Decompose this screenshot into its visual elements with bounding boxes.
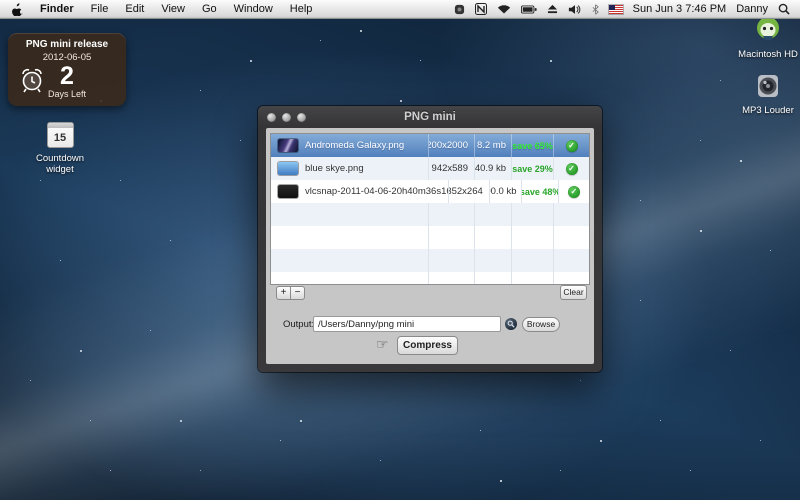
minimize-button[interactable] [282, 113, 291, 122]
galaxy-thumbnail [278, 139, 298, 152]
menu-item-window[interactable]: Window [234, 3, 273, 15]
speaker-icon [755, 85, 781, 102]
spotlight-search-icon[interactable] [778, 3, 790, 15]
file-table: Andromeda Galaxy.png 3200x2000 8.2 mb sa… [270, 133, 590, 285]
file-size: 100.0 kb [489, 180, 522, 203]
countdown-widget[interactable]: PNG mini release 2012-06-05 2 Days Left [8, 33, 126, 106]
desktop-icon-label: MP3 Louder [732, 106, 800, 117]
file-dimensions: 942x589 [428, 157, 474, 180]
calendar-day: 15 [54, 132, 66, 144]
remove-file-button[interactable]: − [290, 286, 305, 300]
success-check-icon: ✓ [568, 186, 580, 198]
compress-button[interactable]: Compress [397, 336, 458, 355]
n-status-icon[interactable] [475, 3, 487, 15]
save-percentage: save 29% [511, 157, 553, 180]
pointing-hand-icon: ☞ [376, 337, 389, 353]
window-title-bar[interactable]: PNG mini [258, 106, 602, 128]
file-name: blue skye.png [305, 163, 364, 174]
window-title: PNG mini [258, 111, 602, 123]
alarm-clock-icon [19, 66, 45, 99]
file-size: 240.9 kb [474, 157, 511, 180]
output-path-field[interactable] [313, 316, 501, 332]
countdown-widget-shortcut[interactable]: 15 Countdown widget [26, 122, 94, 175]
bluetooth-icon[interactable] [592, 4, 599, 15]
save-percentage: save 48% [521, 180, 557, 203]
app-status-icon[interactable] [454, 4, 465, 15]
menu-item-help[interactable]: Help [290, 3, 313, 15]
menu-item-file[interactable]: File [91, 3, 109, 15]
menu-item-finder[interactable]: Finder [40, 3, 74, 15]
macintosh-hd-icon [751, 29, 785, 46]
close-button[interactable] [267, 113, 276, 122]
battery-icon[interactable] [521, 5, 537, 14]
output-label: Output: [283, 319, 314, 330]
file-name: Andromeda Galaxy.png [305, 140, 404, 151]
png-mini-window: PNG mini Andromeda Galaxy.png 3200x2000 … [258, 106, 602, 372]
table-row[interactable]: blue skye.png 942x589 240.9 kb save 29% … [271, 157, 589, 180]
menu-clock[interactable]: Sun Jun 3 7:46 PM [633, 3, 727, 15]
table-row[interactable]: Andromeda Galaxy.png 3200x2000 8.2 mb sa… [271, 134, 589, 157]
empty-table-row[interactable] [271, 226, 589, 249]
sky-thumbnail [278, 162, 298, 175]
wifi-icon[interactable] [497, 4, 511, 15]
snapshot-thumbnail [278, 185, 298, 198]
menu-item-view[interactable]: View [161, 3, 185, 15]
desktop-icon-mp3-louder[interactable]: MP3 Louder [732, 74, 800, 117]
menu-item-edit[interactable]: Edit [125, 3, 144, 15]
success-check-icon: ✓ [566, 140, 578, 152]
browse-button[interactable]: Browse [522, 317, 560, 332]
volume-icon[interactable] [568, 4, 582, 15]
input-language-flag-icon[interactable] [609, 5, 623, 14]
table-row[interactable]: vlcsnap-2011-04-06-20h40m36s165.png 352x… [271, 180, 589, 203]
file-size: 8.2 mb [474, 134, 511, 157]
add-file-button[interactable]: + [276, 286, 291, 300]
reveal-path-icon[interactable] [505, 318, 517, 330]
menu-item-go[interactable]: Go [202, 3, 217, 15]
apple-menu-icon[interactable] [12, 3, 23, 16]
file-name: vlcsnap-2011-04-06-20h40m36s165.png [305, 186, 448, 197]
empty-table-row[interactable] [271, 249, 589, 272]
calendar-icon: 15 [47, 122, 74, 148]
window-content: Andromeda Galaxy.png 3200x2000 8.2 mb sa… [266, 128, 594, 364]
empty-table-row[interactable] [271, 203, 589, 226]
shortcut-label: Countdown widget [26, 153, 94, 175]
user-menu[interactable]: Danny [736, 3, 768, 15]
desktop-icon-macintosh-hd[interactable]: Macintosh HD [732, 12, 800, 61]
empty-table-row[interactable] [271, 272, 589, 285]
menu-bar: Finder File Edit View Go Window Help Sun… [0, 0, 800, 19]
widget-title: PNG mini release [8, 33, 126, 50]
eject-icon[interactable] [547, 4, 558, 14]
success-check-icon: ✓ [566, 163, 578, 175]
save-percentage: save 65% [511, 134, 553, 157]
file-dimensions: 352x264 [448, 180, 489, 203]
zoom-button[interactable] [297, 113, 306, 122]
desktop-icon-label: Macintosh HD [732, 50, 800, 61]
file-dimensions: 3200x2000 [428, 134, 474, 157]
clear-button[interactable]: Clear [560, 285, 587, 300]
